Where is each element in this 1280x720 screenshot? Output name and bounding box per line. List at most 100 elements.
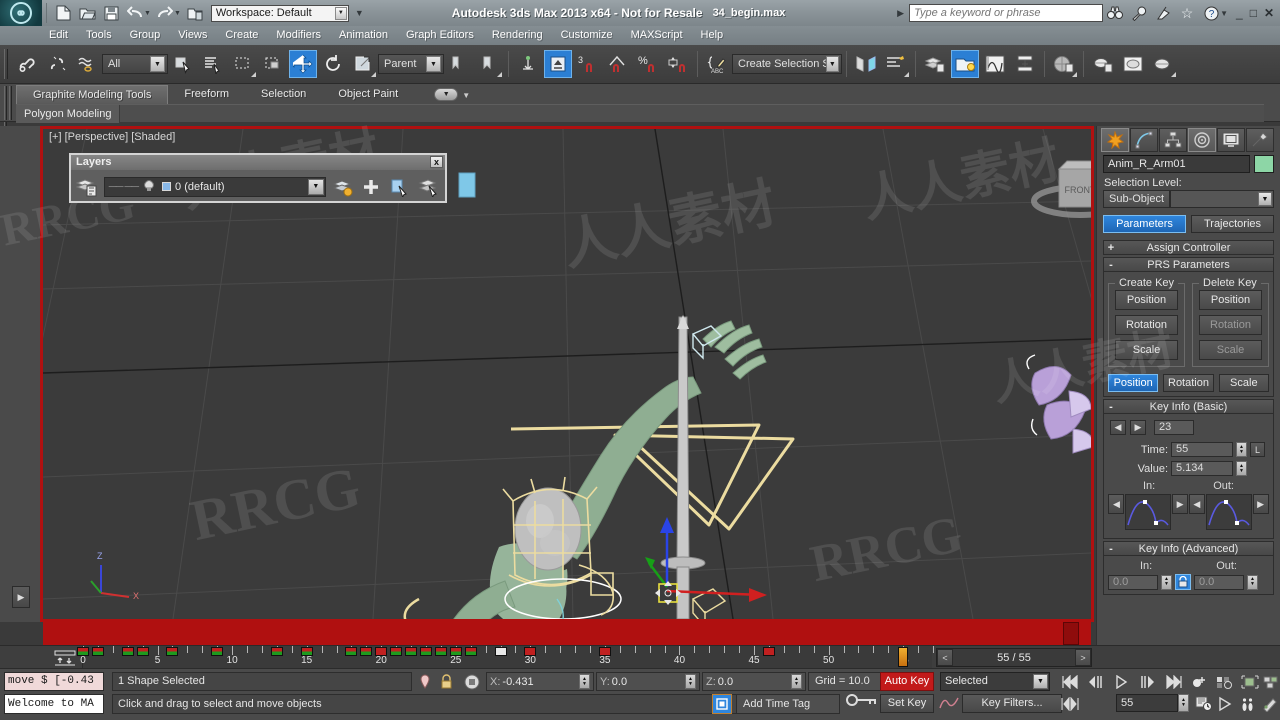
flyout-corner-icon[interactable] <box>497 72 502 77</box>
track-bar-key[interactable] <box>494 647 507 656</box>
tab-selection[interactable]: Selection <box>245 85 322 104</box>
tab-graphite-modeling-tools[interactable]: Graphite Modeling Tools <box>16 85 169 104</box>
z-value[interactable]: 0.0 <box>718 676 764 688</box>
track-bar-key[interactable] <box>598 647 611 656</box>
prev-range-icon[interactable]: < <box>937 649 953 666</box>
redo-icon[interactable] <box>154 2 176 24</box>
track-bar-key[interactable] <box>390 647 403 656</box>
time-slider-handle[interactable] <box>1063 622 1079 645</box>
workspace-selector[interactable]: Workspace: Default ▼ <box>210 4 349 22</box>
use-pivot-point-center-icon[interactable] <box>445 50 473 78</box>
utilities-tab-icon[interactable] <box>1246 128 1274 152</box>
track-bar-key[interactable] <box>300 647 313 656</box>
help-dropdown-icon[interactable]: ▼ <box>1220 9 1228 18</box>
select-and-link-icon[interactable] <box>13 50 41 78</box>
track-bar-key[interactable] <box>345 647 358 656</box>
track-bar-key[interactable] <box>91 647 104 656</box>
maxscript-mini-listener-input[interactable]: Welcome to MA <box>4 694 104 714</box>
select-and-manipulate-icon[interactable] <box>514 50 542 78</box>
create-key-rotation-button[interactable]: Rotation <box>1115 315 1178 335</box>
viewport-canvas[interactable]: FRONT Z X [+] [Perspective] [Shaded] Lay… <box>43 129 1091 619</box>
current-layer-combo[interactable]: ── ── 0 (default) ▼ <box>103 176 326 197</box>
workspace-menu-icon[interactable]: ▼ <box>355 8 364 18</box>
expand-viewport-icon[interactable]: ▶ <box>12 586 30 608</box>
panel-polygon-modeling[interactable]: Polygon Modeling <box>16 104 121 123</box>
menu-item-help[interactable]: Help <box>692 26 733 45</box>
new-icon[interactable] <box>52 2 74 24</box>
modify-tab-icon[interactable] <box>1130 128 1158 152</box>
open-mini-curve-editor-icon[interactable] <box>50 648 80 667</box>
create-key-scale-button[interactable]: Scale <box>1115 340 1178 360</box>
maxscript-mini-listener-output[interactable]: move $ [-0.43 <box>4 672 104 691</box>
rollout-header-assign-controller[interactable]: + Assign Controller <box>1103 240 1274 255</box>
track-bar[interactable]: 0510152025303540455055 < 55 / 55 > <box>0 645 1280 669</box>
select-and-rotate-icon[interactable] <box>319 50 347 78</box>
value-field[interactable]: 5.134 <box>1171 461 1233 476</box>
perspective-viewport[interactable]: FRONT Z X [+] [Perspective] [Shaded] Lay… <box>40 126 1094 622</box>
track-bar-key[interactable] <box>405 647 418 656</box>
key-mode-curve-icon[interactable] <box>938 694 960 715</box>
zoom-extents-selected-icon[interactable] <box>1238 672 1262 692</box>
track-bar-key[interactable] <box>464 647 477 656</box>
key-number-field[interactable]: 23 <box>1154 420 1194 435</box>
track-bar-key[interactable] <box>166 647 179 656</box>
create-key-position-button[interactable]: Position <box>1115 290 1178 310</box>
undo-dropdown-icon[interactable]: ▼ <box>144 10 151 17</box>
open-icon[interactable] <box>76 2 98 24</box>
maximize-button[interactable]: □ <box>1250 6 1257 20</box>
chevron-down-icon[interactable]: ▼ <box>1258 192 1272 206</box>
close-icon[interactable]: x <box>430 156 443 168</box>
out-curve-next-icon[interactable]: ▶ <box>1252 494 1269 514</box>
render-production-icon[interactable] <box>1149 50 1177 78</box>
align-icon[interactable] <box>882 50 910 78</box>
prs-mode-position[interactable]: Position <box>1108 374 1159 392</box>
spinner-snap-toggle-icon[interactable] <box>664 50 692 78</box>
chevron-down-icon[interactable]: ▼ <box>426 56 441 72</box>
minimize-button[interactable]: _ <box>1236 6 1243 20</box>
walkthrough-icon[interactable] <box>1236 694 1260 714</box>
save-icon[interactable] <box>100 2 122 24</box>
menu-item-maxscript[interactable]: MAXScript <box>622 26 692 45</box>
viewport-label[interactable]: [+] [Perspective] [Shaded] <box>49 131 175 143</box>
edit-named-selection-sets-icon[interactable]: ABC <box>703 50 731 78</box>
ref-coord-system-combo[interactable]: Parent ▼ <box>378 54 444 74</box>
rollout-header-prs-parameters[interactable]: - PRS Parameters <box>1103 257 1274 272</box>
track-bar-key[interactable] <box>434 647 447 656</box>
hierarchy-tab-icon[interactable] <box>1159 128 1187 152</box>
rectangular-selection-region-icon[interactable] <box>229 50 257 78</box>
set-project-folder-icon[interactable] <box>184 2 206 24</box>
rollout-header-key-info-advanced[interactable]: - Key Info (Advanced) <box>1103 541 1274 556</box>
rollout-toggle-icon[interactable]: - <box>1104 401 1118 413</box>
display-tab-icon[interactable] <box>1217 128 1245 152</box>
zoom-extents-all-icon[interactable] <box>1214 694 1238 714</box>
x-value[interactable]: -0.431 <box>502 676 548 688</box>
chevron-down-icon[interactable]: ▼ <box>434 88 459 101</box>
rendered-frame-window-icon[interactable] <box>1119 50 1147 78</box>
curve-editor-icon[interactable] <box>981 50 1009 78</box>
menu-item-create[interactable]: Create <box>216 26 267 45</box>
tab-trajectories[interactable]: Trajectories <box>1191 215 1274 233</box>
rollout-toggle-icon[interactable]: + <box>1104 242 1118 254</box>
layers-floater[interactable]: Layers x ── ── 0 (default) ▼ <box>69 153 447 203</box>
chevron-down-icon[interactable]: ▼ <box>1033 674 1048 689</box>
current-frame-field[interactable]: 55 <box>1116 694 1178 712</box>
use-selection-center-icon[interactable] <box>475 50 503 78</box>
key-mode-toggle-icon[interactable] <box>1058 694 1082 714</box>
track-bar-key[interactable] <box>211 647 224 656</box>
layer-bulb-icon[interactable] <box>142 179 156 195</box>
select-object-icon[interactable] <box>169 50 197 78</box>
track-bar-key[interactable] <box>375 647 388 656</box>
track-bar-key[interactable] <box>419 647 432 656</box>
key-icon[interactable] <box>846 691 878 712</box>
set-key-button[interactable]: Set Key <box>880 694 934 713</box>
application-menu-button[interactable]: ⚭ <box>0 0 42 26</box>
value-spinner[interactable]: ▲ ▼ <box>1236 461 1247 476</box>
track-bar-key[interactable] <box>524 647 537 656</box>
binoculars-icon[interactable] <box>1104 2 1126 24</box>
redo-dropdown-icon[interactable]: ▼ <box>174 10 181 17</box>
x-coordinate-field[interactable]: X: -0.431 ▲ ▼ <box>486 672 594 691</box>
key-filters-button[interactable]: Key Filters... <box>962 694 1062 713</box>
toolbar-grip[interactable] <box>4 49 8 79</box>
menu-item-animation[interactable]: Animation <box>330 26 397 45</box>
y-coordinate-field[interactable]: Y: 0.0 ▲ ▼ <box>596 672 700 691</box>
